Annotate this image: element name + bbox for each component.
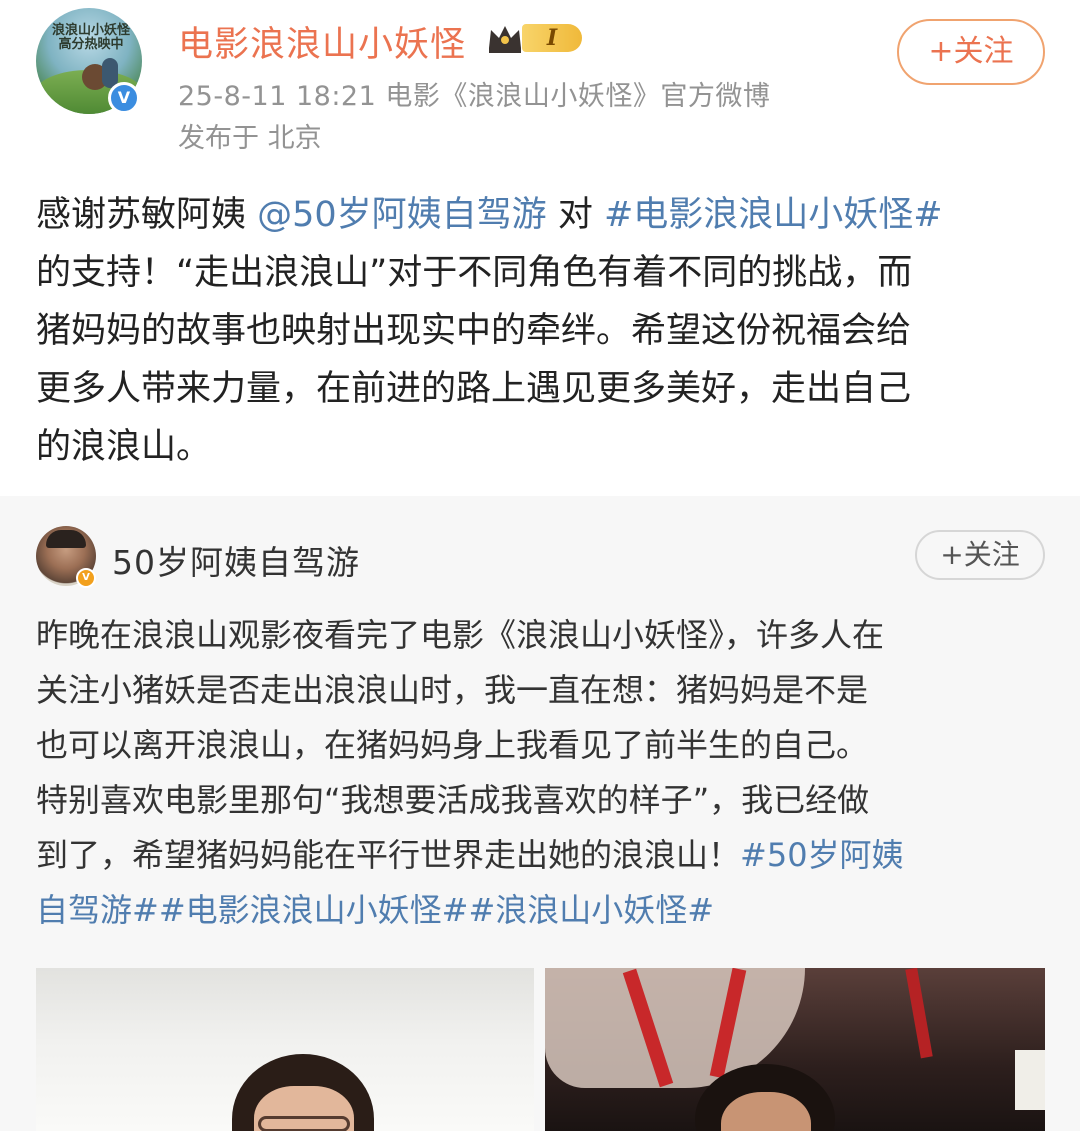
post-text: 感谢苏敏阿姨: [36, 195, 258, 235]
mention-link[interactable]: @50岁阿姨自驾游: [257, 195, 547, 235]
repost-body: 昨晚在浪浪山观影夜看完了电影《浪浪山小妖怪》，许多人在 关注小猪妖是否走出浪浪山…: [36, 608, 1048, 938]
photo-light: [1015, 1050, 1045, 1110]
avatar-hair: [46, 530, 86, 548]
post-text: 对: [546, 195, 604, 235]
photo-glasses: [258, 1116, 350, 1131]
reposted-card[interactable]: V 50岁阿姨自驾游 +关注 昨晚在浪浪山观影夜看完了电影《浪浪山小妖怪》，许多…: [0, 496, 1080, 1131]
follow-button[interactable]: +关注: [897, 19, 1045, 85]
post-location: 发布于 北京: [178, 123, 322, 154]
weibo-post: 浪浪山小妖怪 高分热映中 V 电影浪浪山小妖怪 I 25-8-11 18:21 …: [0, 0, 1080, 496]
level-badge: I: [522, 24, 582, 52]
author-name[interactable]: 电影浪浪山小妖怪: [178, 16, 466, 67]
topic-link[interactable]: #电影浪浪山小妖怪#: [159, 891, 469, 929]
post-meta: 25-8-11 18:21 电影《浪浪山小妖怪》官方微博: [178, 81, 771, 112]
repost-photo-2[interactable]: [545, 968, 1045, 1131]
post-text: 的支持！“走出浪浪山”对于不同角色有着不同的挑战，而 猪妈妈的故事也映射出现实中…: [36, 253, 913, 467]
verified-blue-icon: V: [108, 82, 140, 114]
crown-icon: [489, 26, 521, 53]
photo-lanyard: [905, 968, 933, 1059]
topic-link[interactable]: #电影浪浪山小妖怪#: [604, 195, 943, 235]
avatar-logo-text: 浪浪山小妖怪 高分热映中: [51, 23, 130, 52]
topic-link[interactable]: #浪浪山小妖怪#: [468, 891, 714, 929]
verified-orange-icon: V: [76, 568, 96, 588]
post-body: 感谢苏敏阿姨 @50岁阿姨自驾游 对 #电影浪浪山小妖怪# 的支持！“走出浪浪山…: [36, 186, 1046, 476]
repost-follow-button[interactable]: +关注: [915, 530, 1045, 580]
repost-photo-1[interactable]: [36, 968, 534, 1131]
repost-author-name[interactable]: 50岁阿姨自驾游: [112, 536, 360, 584]
